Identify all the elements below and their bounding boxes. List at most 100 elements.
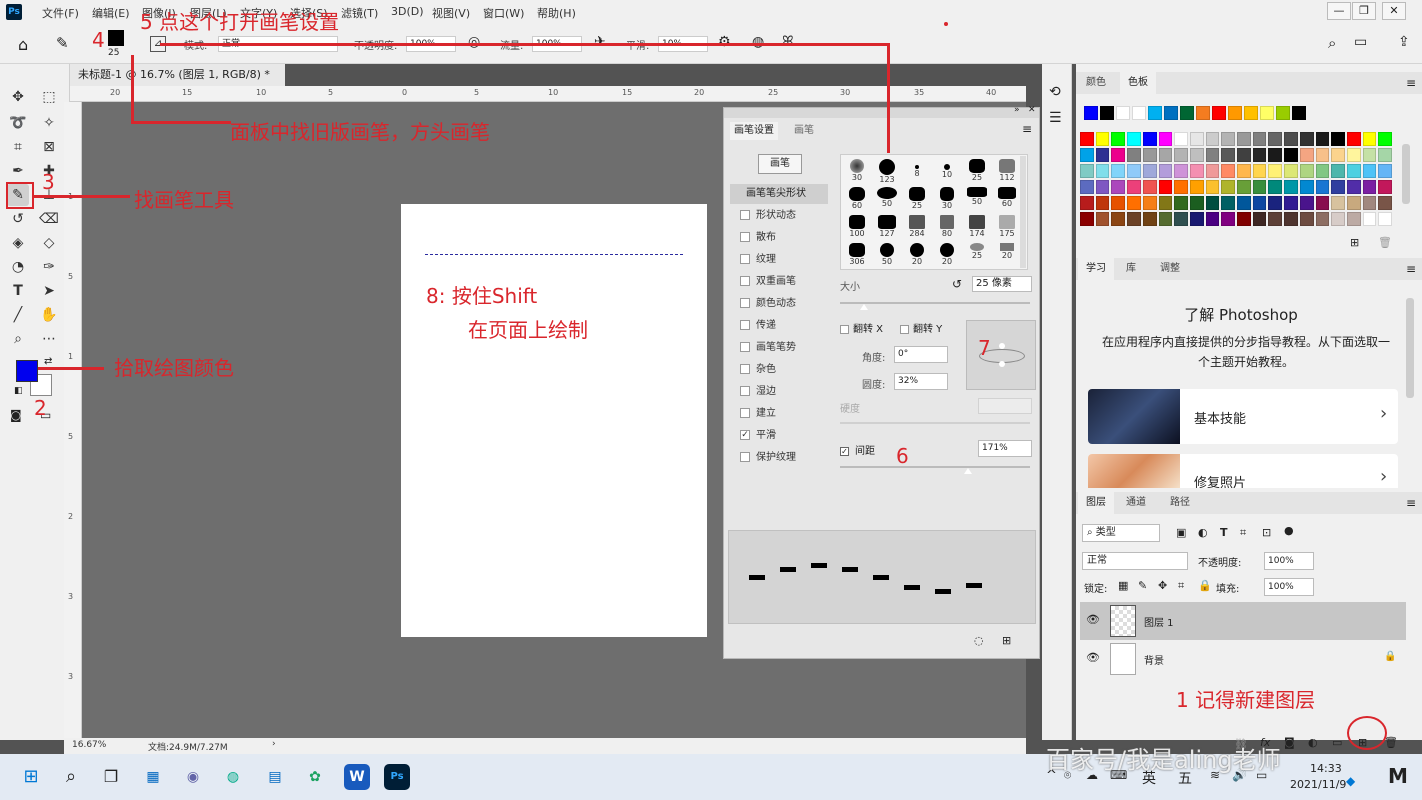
size-slider-thumb[interactable] xyxy=(860,304,868,310)
color-swatch[interactable] xyxy=(1299,196,1314,210)
color-swatch[interactable] xyxy=(1174,196,1188,210)
color-swatch[interactable] xyxy=(1331,164,1345,178)
color-swatch[interactable] xyxy=(1331,196,1345,210)
color-swatch[interactable] xyxy=(1205,164,1220,178)
color-swatch[interactable] xyxy=(1189,132,1204,146)
option-checkbox-checked[interactable]: ✓ xyxy=(740,430,750,440)
color-swatch[interactable] xyxy=(1331,212,1345,226)
brush-tip[interactable]: 20 xyxy=(903,241,931,269)
history-panel-icon[interactable]: ⟲ xyxy=(1049,84,1061,100)
tab-paths[interactable]: 路径 xyxy=(1162,492,1198,514)
color-swatch[interactable] xyxy=(1237,164,1251,178)
document-tab[interactable]: 未标题-1 @ 16.7% (图层 1, RGB/8) * ✕ xyxy=(70,64,285,103)
brush-tip[interactable]: 60 xyxy=(993,185,1021,215)
option-checkbox[interactable] xyxy=(740,254,750,264)
default-colors-icon[interactable]: ◧ xyxy=(14,386,23,396)
brush-tip-preview-icon[interactable] xyxy=(108,30,124,46)
brush-tip[interactable]: 8 xyxy=(903,157,931,187)
color-swatch[interactable] xyxy=(1095,212,1110,226)
filter-type-icon[interactable]: T xyxy=(1220,526,1228,539)
color-swatch[interactable] xyxy=(1252,212,1267,226)
new-adjustment-icon[interactable]: ◐ xyxy=(1308,736,1318,749)
color-swatch[interactable] xyxy=(1252,148,1267,162)
airbrush-icon[interactable]: ✈ xyxy=(594,34,606,50)
option-transfer[interactable]: 传递 xyxy=(732,316,828,336)
lock-all-icon[interactable]: 🔒 xyxy=(1198,579,1212,592)
color-swatch[interactable] xyxy=(1080,132,1094,146)
color-swatch[interactable] xyxy=(1346,132,1361,146)
color-swatch[interactable] xyxy=(1315,196,1330,210)
option-build-up[interactable]: 建立 xyxy=(732,404,828,424)
brush-tip[interactable]: 30 xyxy=(843,157,871,187)
smooth-settings-gear-icon[interactable]: ⚙ xyxy=(718,34,731,50)
option-checkbox[interactable] xyxy=(740,232,750,242)
color-swatch[interactable] xyxy=(1095,180,1110,194)
layer-row[interactable]: 👁 背景 🔒 xyxy=(1080,640,1406,678)
color-swatch[interactable] xyxy=(1158,196,1173,210)
brush-tip[interactable]: 50 xyxy=(873,241,901,269)
color-swatch[interactable] xyxy=(1299,212,1314,226)
toggle-preview-icon[interactable]: ◌ xyxy=(974,634,984,647)
color-swatch[interactable] xyxy=(1189,148,1204,162)
color-swatch[interactable] xyxy=(1284,164,1298,178)
photoshop-taskbar-icon[interactable]: Ps xyxy=(384,764,410,790)
color-swatch[interactable] xyxy=(1142,148,1157,162)
brush-tip[interactable]: 112 xyxy=(993,157,1021,187)
color-swatch[interactable] xyxy=(1189,180,1204,194)
brush-tip[interactable]: 50 xyxy=(873,185,901,215)
color-swatch[interactable] xyxy=(1331,180,1345,194)
panel-menu-icon[interactable]: ≡ xyxy=(1022,122,1032,136)
color-swatch[interactable] xyxy=(1127,132,1141,146)
option-checkbox[interactable] xyxy=(740,320,750,330)
learn-scrollbar[interactable] xyxy=(1406,298,1414,398)
color-swatch[interactable] xyxy=(1228,106,1242,120)
option-checkbox[interactable] xyxy=(740,386,750,396)
color-swatch[interactable] xyxy=(1158,132,1173,146)
path-selection-tool-icon[interactable]: ➤ xyxy=(38,280,60,302)
chat-icon[interactable]: ◉ xyxy=(180,764,206,790)
option-checkbox[interactable] xyxy=(740,342,750,352)
task-view-icon[interactable]: ❐ xyxy=(98,764,124,790)
filter-pixel-icon[interactable]: ▣ xyxy=(1176,526,1186,539)
color-swatch[interactable] xyxy=(1205,180,1220,194)
color-swatch[interactable] xyxy=(1252,164,1267,178)
menu-file[interactable]: 文件(F) xyxy=(42,5,79,21)
color-swatch[interactable] xyxy=(1268,148,1283,162)
color-swatch[interactable] xyxy=(1237,180,1251,194)
option-protect-texture[interactable]: 保护纹理 xyxy=(732,448,828,468)
color-swatch[interactable] xyxy=(1221,180,1236,194)
filter-adjustment-icon[interactable]: ◐ xyxy=(1198,526,1208,539)
color-swatch[interactable] xyxy=(1362,180,1377,194)
brush-tip[interactable]: 30 xyxy=(933,185,961,215)
add-mask-icon[interactable]: ◙ xyxy=(1284,736,1295,749)
color-swatch[interactable] xyxy=(1276,106,1290,120)
color-swatch[interactable] xyxy=(1237,132,1251,146)
brush-tip[interactable]: 25 xyxy=(963,241,991,269)
option-wet-edges[interactable]: 湿边 xyxy=(732,382,828,402)
color-swatch[interactable] xyxy=(1284,132,1298,146)
pressure-opacity-icon[interactable]: ◎ xyxy=(468,34,480,50)
crop-tool-icon[interactable]: ⌗ xyxy=(7,136,29,158)
color-swatch[interactable] xyxy=(1346,164,1361,178)
brush-tip-shape-item[interactable]: 画笔笔尖形状 xyxy=(730,184,828,204)
option-color-dynamics[interactable]: 颜色动态 xyxy=(732,294,828,314)
color-swatch[interactable] xyxy=(1268,212,1283,226)
color-swatch[interactable] xyxy=(1268,180,1283,194)
minimize-button[interactable]: — xyxy=(1327,2,1351,20)
color-swatch[interactable] xyxy=(1142,164,1157,178)
color-swatch[interactable] xyxy=(1095,132,1110,146)
color-swatch[interactable] xyxy=(1080,180,1094,194)
brush-tip[interactable]: 127 xyxy=(873,213,901,243)
flip-x-checkbox[interactable]: 翻转 X xyxy=(840,320,883,335)
blend-mode-select[interactable]: 正常 xyxy=(1082,552,1188,570)
color-swatch[interactable] xyxy=(1205,132,1220,146)
properties-panel-icon[interactable]: ☰ xyxy=(1049,110,1062,126)
brushes-button[interactable]: 画笔 xyxy=(758,154,802,174)
option-brush-pose[interactable]: 画笔笔势 xyxy=(732,338,828,358)
brush-tip[interactable]: 175 xyxy=(993,213,1021,243)
start-icon[interactable]: ⊞ xyxy=(18,764,44,790)
home-icon[interactable]: ⌂ xyxy=(18,35,28,54)
color-swatch[interactable] xyxy=(1158,148,1173,162)
color-swatch[interactable] xyxy=(1127,148,1141,162)
color-swatch[interactable] xyxy=(1095,196,1110,210)
